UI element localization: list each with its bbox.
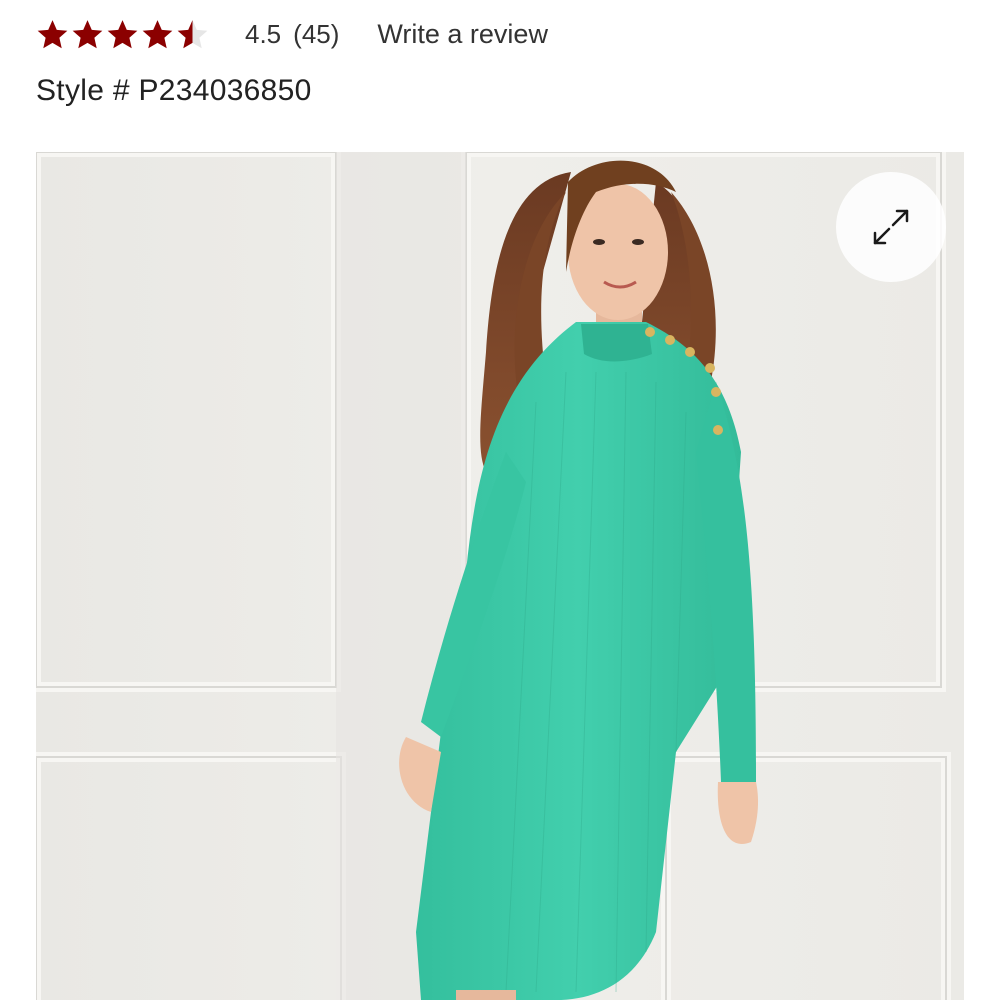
star-half-icon [177,19,208,48]
star-full-icon [142,19,173,48]
product-image[interactable] [36,152,964,1000]
star-full-icon [72,19,103,48]
product-photo [36,152,964,1000]
write-review-link[interactable]: Write a review [377,19,548,50]
rating-row: 4.5 (45) Write a review [36,10,548,58]
star-rating[interactable] [36,18,209,51]
star-full-icon [107,19,138,48]
star-full-icon [37,19,68,48]
expand-image-button[interactable] [836,172,946,282]
expand-arrows-icon [873,209,909,245]
review-count[interactable]: (45) [293,19,339,50]
style-number: Style # P234036850 [36,74,312,107]
rating-value: 4.5 [245,18,282,49]
